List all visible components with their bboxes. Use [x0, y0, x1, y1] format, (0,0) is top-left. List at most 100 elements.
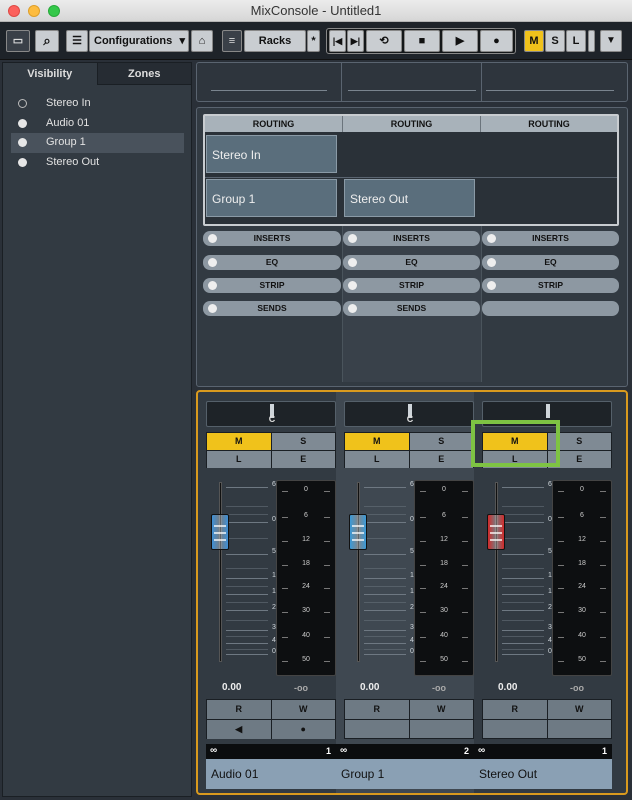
cycle-icon[interactable]: ⟲	[366, 30, 402, 52]
solo-button[interactable]: S	[409, 433, 473, 450]
inserts-rack-ch1[interactable]: INSERTS	[203, 231, 341, 246]
link-icon[interactable]: ∞	[478, 745, 485, 756]
visibility-dot-icon[interactable]	[18, 118, 27, 128]
eq-rack-ch1[interactable]: EQ	[203, 255, 341, 270]
record-enable-icon[interactable]: ●	[271, 720, 335, 739]
write-automation-button[interactable]: W	[409, 700, 473, 719]
bypass-dot-icon[interactable]	[348, 258, 357, 267]
channel-name-plate[interactable]: ∞ 1 Stereo Out	[474, 744, 612, 789]
fader-scale-minor-tick	[364, 568, 406, 569]
tab-zones[interactable]: Zones	[97, 63, 191, 85]
visibility-item-stereo-in[interactable]: Stereo In	[11, 94, 184, 114]
record-icon[interactable]: ●	[480, 30, 513, 52]
stop-icon[interactable]: ■	[404, 30, 440, 52]
mute-all-button[interactable]: M	[524, 30, 544, 52]
bypass-dot-icon[interactable]	[348, 281, 357, 290]
visibility-dot-icon[interactable]	[18, 138, 27, 147]
channel-name[interactable]: Stereo Out	[474, 759, 612, 789]
maximize-window-button[interactable]	[48, 5, 60, 17]
mute-button[interactable]: M	[345, 433, 409, 450]
volume-value[interactable]: 0.00	[360, 682, 379, 693]
volume-fader-handle[interactable]	[211, 514, 229, 550]
bypass-dot-icon[interactable]	[208, 281, 217, 290]
go-end-icon[interactable]: ▶|	[347, 30, 364, 52]
routing-output-group-1[interactable]: Group 1	[206, 179, 337, 217]
menu-icon[interactable]: ≡	[222, 30, 242, 52]
go-start-icon[interactable]: |◀	[329, 30, 346, 52]
inserts-rack-ch3[interactable]: INSERTS	[482, 231, 619, 246]
write-automation-button[interactable]: W	[547, 700, 611, 719]
volume-fader-handle[interactable]	[487, 514, 505, 550]
routing-input-stereo-in[interactable]: Stereo In	[206, 135, 337, 173]
visibility-item-audio-01[interactable]: Audio 01	[11, 114, 184, 134]
sends-rack-ch3[interactable]	[482, 301, 619, 316]
volume-fader-handle[interactable]	[349, 514, 367, 550]
channel-name-plate[interactable]: ∞ 2 Group 1	[336, 744, 474, 789]
bypass-dot-icon[interactable]	[208, 258, 217, 267]
peak-value[interactable]: -oo	[432, 683, 446, 693]
mute-button[interactable]: M	[207, 433, 271, 450]
routing-header[interactable]: ROUTING	[343, 116, 481, 132]
strip-rack-ch2[interactable]: STRIP	[343, 278, 480, 293]
layout-icon[interactable]: ▭	[6, 30, 30, 52]
minimize-window-button[interactable]	[28, 5, 40, 17]
monitor-speaker-icon[interactable]: ◀	[207, 720, 271, 739]
toolbar-dropdown-icon[interactable]: ▼	[600, 30, 622, 52]
routing-header[interactable]: ROUTING	[205, 116, 343, 132]
channel-name[interactable]: Group 1	[336, 759, 474, 789]
channel-name[interactable]: Audio 01	[206, 759, 336, 789]
racks-button[interactable]: Racks	[244, 30, 306, 52]
read-automation-button[interactable]: R	[345, 700, 409, 719]
routing-header[interactable]: ROUTING	[481, 116, 617, 132]
listen-all-button[interactable]: L	[566, 30, 586, 52]
write-automation-button[interactable]: W	[271, 700, 335, 719]
configurations-dropdown[interactable]: Configurations ▾	[89, 30, 189, 52]
listen-button[interactable]: L	[345, 451, 409, 468]
routing-output-stereo-out[interactable]: Stereo Out	[344, 179, 475, 217]
overflow-button[interactable]	[588, 30, 595, 52]
visibility-item-group-1[interactable]: Group 1	[11, 133, 184, 153]
read-automation-button[interactable]: R	[207, 700, 271, 719]
play-icon[interactable]: ▶	[442, 30, 478, 52]
solo-button[interactable]: S	[271, 433, 335, 450]
bypass-dot-icon[interactable]	[487, 258, 496, 267]
channel-name-plate[interactable]: ∞ 1 Audio 01	[206, 744, 336, 789]
star-icon[interactable]: *	[307, 30, 320, 52]
edit-button[interactable]: E	[409, 451, 473, 468]
inserts-rack-ch2[interactable]: INSERTS	[343, 231, 480, 246]
link-icon[interactable]: ∞	[210, 745, 217, 756]
listen-button[interactable]: L	[207, 451, 271, 468]
tab-visibility[interactable]: Visibility	[3, 63, 98, 85]
edit-button[interactable]: E	[271, 451, 335, 468]
left-zone: Visibility Zones Stereo In Audio 01 Grou…	[2, 62, 192, 797]
bypass-dot-icon[interactable]	[487, 281, 496, 290]
bypass-dot-icon[interactable]	[348, 304, 357, 313]
eq-rack-ch3[interactable]: EQ	[482, 255, 619, 270]
eq-rack-ch2[interactable]: EQ	[343, 255, 480, 270]
search-icon[interactable]: ⌕	[35, 30, 59, 52]
visibility-dot-icon[interactable]	[18, 157, 27, 167]
volume-value[interactable]: 0.00	[498, 682, 517, 693]
strip-rack-ch1[interactable]: STRIP	[203, 278, 341, 293]
read-automation-button[interactable]: R	[483, 700, 547, 719]
bypass-dot-icon[interactable]	[208, 234, 217, 243]
visibility-dot-icon[interactable]	[18, 99, 27, 108]
strip-rack-ch3[interactable]: STRIP	[482, 278, 619, 293]
bypass-dot-icon[interactable]	[208, 304, 217, 313]
peak-value[interactable]: -oo	[294, 683, 308, 693]
solo-all-button[interactable]: S	[545, 30, 565, 52]
bypass-dot-icon[interactable]	[348, 234, 357, 243]
list-icon[interactable]: ☰	[66, 30, 88, 52]
sends-rack-ch1[interactable]: SENDS	[203, 301, 341, 316]
pan-control[interactable]: C	[344, 401, 474, 427]
fader-scale-minor-tick	[502, 506, 544, 507]
volume-value[interactable]: 0.00	[222, 682, 241, 693]
sends-rack-ch2[interactable]: SENDS	[343, 301, 480, 316]
link-icon[interactable]: ∞	[340, 745, 347, 756]
bypass-dot-icon[interactable]	[487, 234, 496, 243]
visibility-item-stereo-out[interactable]: Stereo Out	[11, 153, 184, 173]
close-window-button[interactable]	[8, 5, 20, 17]
home-icon[interactable]: ⌂	[191, 30, 213, 52]
peak-value[interactable]: -oo	[570, 683, 584, 693]
pan-control[interactable]: C	[206, 401, 336, 427]
